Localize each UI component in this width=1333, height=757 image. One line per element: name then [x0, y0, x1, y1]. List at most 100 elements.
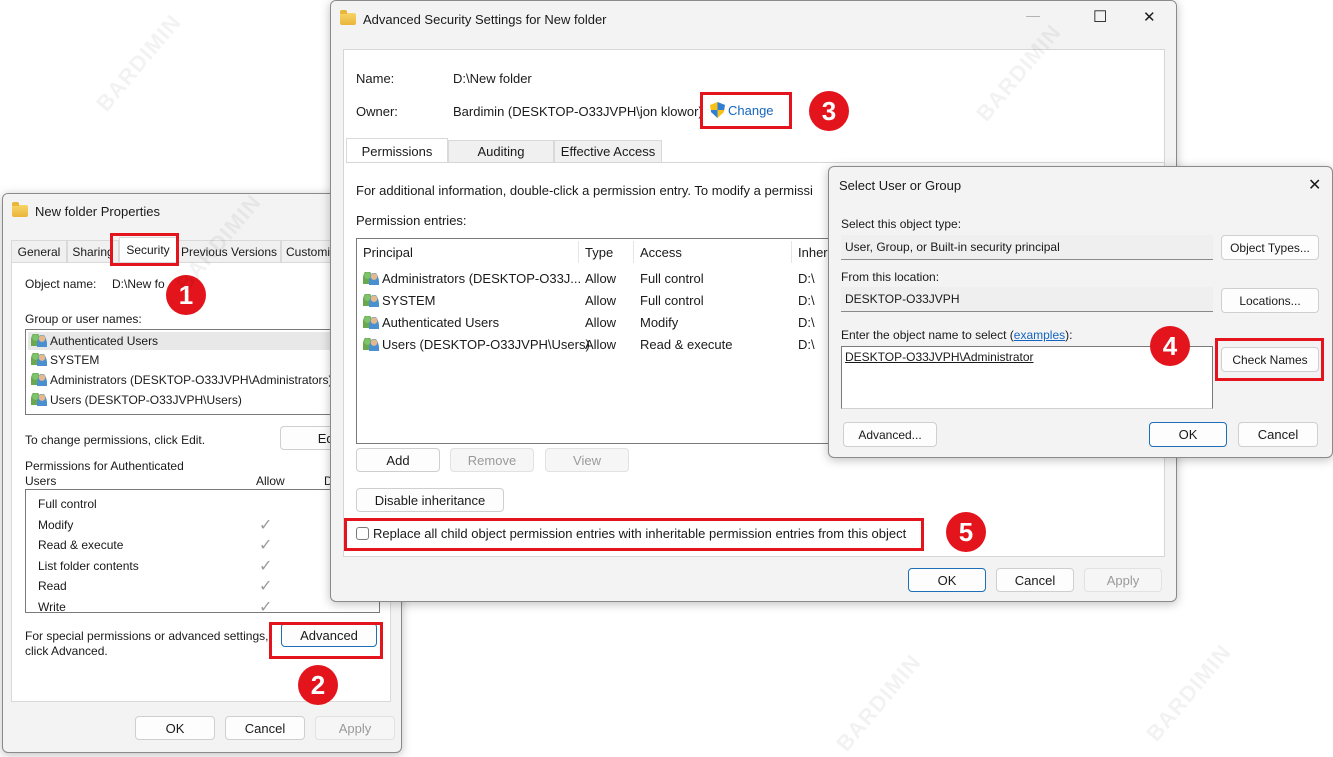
name-label: Name:	[356, 71, 395, 86]
maximize-button[interactable]: ☐	[1093, 7, 1107, 27]
examples-link[interactable]: examples	[1014, 328, 1065, 342]
table-row[interactable]: SYSTEM Allow Full control D:\	[357, 290, 835, 312]
cell-principal: Administrators (DESKTOP-O33J...	[363, 271, 581, 286]
users-group-icon	[363, 272, 380, 285]
properties-ok-button[interactable]: OK	[135, 716, 215, 740]
permission-row: Write ✓	[38, 597, 368, 617]
folder-icon	[340, 10, 356, 25]
group-list-item[interactable]: Authenticated Users	[28, 332, 382, 350]
users-group-icon	[363, 294, 380, 307]
cell-type: Allow	[585, 315, 617, 330]
location-field: DESKTOP-O33JVPH	[841, 287, 1213, 312]
permission-row: Full control	[38, 494, 368, 514]
table-row[interactable]: Users (DESKTOP-O33JVPH\Users) Allow Read &…	[357, 334, 835, 356]
tab-general[interactable]: General	[11, 240, 67, 262]
permission-name: Read	[38, 579, 67, 593]
column-access[interactable]: Access	[640, 245, 682, 260]
table-header: Principal Type Access Inheri	[357, 239, 837, 265]
column-type[interactable]: Type	[585, 245, 613, 260]
column-principal[interactable]: Principal	[363, 245, 413, 260]
cell-type: Allow	[585, 293, 617, 308]
folder-icon	[12, 202, 28, 217]
step-badge-2: 2	[298, 665, 338, 705]
cell-access: Modify	[640, 315, 679, 330]
change-permissions-hint: To change permissions, click Edit.	[25, 433, 206, 447]
locations-button[interactable]: Locations...	[1221, 288, 1319, 313]
owner-label: Owner:	[356, 104, 398, 119]
allow-check-icon: ✓	[259, 598, 273, 616]
remove-button[interactable]: Remove	[450, 448, 534, 472]
users-group-icon	[31, 373, 48, 386]
group-name: Users (DESKTOP-O33JVPH\Users)	[50, 393, 242, 407]
add-button[interactable]: Add	[356, 448, 440, 472]
step-badge-5: 5	[946, 512, 986, 552]
select-user-cancel-button[interactable]: Cancel	[1238, 422, 1318, 447]
tab-divider	[346, 162, 1164, 163]
permission-name: List folder contents	[38, 558, 139, 573]
cell-type: Allow	[585, 337, 617, 352]
cell-access: Full control	[640, 293, 704, 308]
advanced-ok-button[interactable]: OK	[908, 568, 986, 592]
table-row[interactable]: Authenticated Users Allow Modify D:\	[357, 312, 835, 334]
principal-name: Authenticated Users	[382, 315, 500, 330]
location-label: From this location:	[841, 270, 940, 284]
group-list-item[interactable]: SYSTEM	[28, 351, 99, 369]
highlight-advanced-button	[269, 622, 383, 659]
object-name-prompt-text: Enter the object name to select (	[841, 328, 1014, 342]
tab-auditing[interactable]: Auditing	[448, 140, 554, 162]
allow-check-icon: ✓	[259, 557, 273, 575]
watermark: BARDIMIN	[1141, 639, 1237, 746]
advanced-title: Advanced Security Settings for New folde…	[363, 11, 607, 27]
properties-apply-button[interactable]: Apply	[315, 716, 395, 740]
object-type-label: Select this object type:	[841, 217, 962, 231]
view-button[interactable]: View	[545, 448, 629, 472]
principal-name: SYSTEM	[382, 293, 436, 308]
select-user-advanced-button[interactable]: Advanced...	[843, 422, 937, 447]
column-divider	[791, 241, 792, 263]
select-user-ok-button[interactable]: OK	[1149, 422, 1227, 447]
cell-inherited: D:\	[798, 293, 815, 308]
users-group-icon	[31, 353, 48, 366]
object-name-value: DESKTOP-O33JVPH\Administrator	[845, 350, 1034, 364]
cell-principal: SYSTEM	[363, 293, 435, 308]
special-permissions-hint-2: click Advanced.	[25, 644, 108, 658]
advanced-titlebar: Advanced Security Settings for New folde…	[331, 1, 1176, 37]
cell-principal: Users (DESKTOP-O33JVPH\Users)	[363, 337, 590, 352]
highlight-change-link	[700, 92, 792, 129]
object-types-button[interactable]: Object Types...	[1221, 235, 1319, 260]
select-user-dialog: Select User or Group ✕ Select this objec…	[828, 166, 1333, 458]
table-row[interactable]: Administrators (DESKTOP-O33J... Allow Full…	[357, 268, 835, 290]
close-button[interactable]: ✕	[1143, 8, 1156, 26]
permission-row: Read ✓	[38, 576, 368, 596]
cell-inherited: D:\	[798, 315, 815, 330]
column-inherited[interactable]: Inheri	[798, 245, 831, 260]
object-name-prompt-suffix: ):	[1065, 328, 1073, 342]
step-badge-1: 1	[166, 275, 206, 315]
group-name: Authenticated Users	[50, 334, 159, 348]
group-label: Group or user names:	[25, 312, 142, 326]
minimize-button[interactable]: —	[1026, 7, 1040, 23]
tab-permissions[interactable]: Permissions	[346, 138, 448, 163]
permission-name: Full control	[38, 497, 97, 511]
select-user-close-button[interactable]: ✕	[1308, 175, 1321, 195]
properties-cancel-button[interactable]: Cancel	[225, 716, 305, 740]
advanced-cancel-button[interactable]: Cancel	[996, 568, 1074, 592]
step-badge-4: 4	[1150, 326, 1190, 366]
tab-previous-versions[interactable]: Previous Versions	[177, 240, 281, 262]
permissions-for-label-user: Users	[25, 474, 57, 488]
group-list-item[interactable]: Administrators (DESKTOP-O33JVPH\Administ…	[28, 371, 333, 389]
users-group-icon	[31, 334, 48, 347]
permission-entries-table[interactable]: Principal Type Access Inheri Administrat…	[356, 238, 836, 444]
advanced-apply-button[interactable]: Apply	[1084, 568, 1162, 592]
object-name-prompt: Enter the object name to select (example…	[841, 328, 1072, 342]
principal-name: Users (DESKTOP-O33JVPH\Users)	[382, 337, 590, 352]
disable-inheritance-button[interactable]: Disable inheritance	[356, 488, 504, 512]
column-divider	[633, 241, 634, 263]
permissions-list: Full control Modify ✓ Read & execute ✓ List f…	[25, 489, 380, 616]
group-list-item[interactable]: Users (DESKTOP-O33JVPH\Users)	[28, 391, 242, 409]
cell-inherited: D:\	[798, 337, 815, 352]
properties-title: New folder Properties	[35, 203, 160, 219]
group-name: Administrators (DESKTOP-O33JVPH\Administ…	[50, 373, 333, 387]
tab-effective-access[interactable]: Effective Access	[554, 140, 662, 162]
principal-name: Administrators (DESKTOP-O33J...	[382, 271, 582, 286]
